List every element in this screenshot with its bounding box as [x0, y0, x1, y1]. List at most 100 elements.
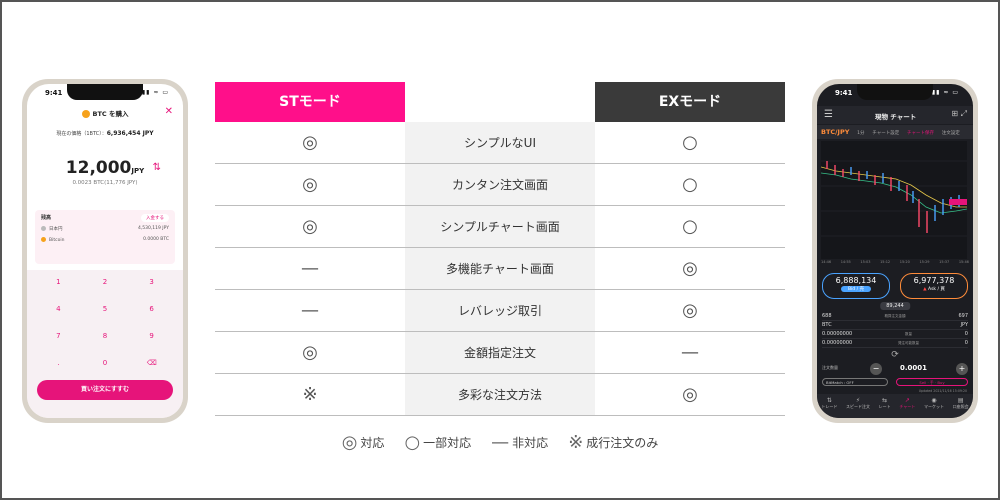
nav-item-market[interactable]: ◉ マーケット [924, 397, 944, 418]
swap-icon[interactable]: ⇅ [153, 162, 161, 173]
bitmatch-toggle[interactable]: BitMatch : OFF [822, 378, 888, 386]
circle-icon: ○ [404, 432, 421, 453]
nav-item-chart[interactable]: ↗ チャート [899, 397, 915, 418]
status-time: 9:41 [835, 89, 853, 97]
legend-item: ※ 成行注文のみ [568, 432, 658, 453]
spread-value: 89,244 [880, 302, 910, 310]
ex-header: ☰ 現物 チャート ⊞ ⤢ [817, 106, 973, 124]
feature-label: 多機能チャート画面 [405, 248, 595, 289]
legend-label: 一部対応 [423, 436, 472, 450]
buy-title: BTC を購入 [27, 108, 183, 124]
pair-bar: BTC/JPY 1分 チャート設定 チャート保存 注文設定 [817, 125, 973, 139]
info-label: 概算注文金額 [884, 314, 906, 318]
info-right: 697 [958, 313, 968, 319]
info-left: 0.00000000 [822, 331, 853, 337]
order-info: 688 概算注文金額 697 BTC JPY 0.00000000 数量 0 0… [822, 312, 968, 348]
pair-selector[interactable]: BTC/JPY [821, 128, 849, 136]
info-row: BTC JPY [822, 321, 968, 330]
deposit-button[interactable]: 入金する [141, 214, 169, 222]
exchange-icon: ⇆ [882, 397, 888, 404]
st-support-mark: ※ [302, 383, 318, 405]
ask-label: Ask / 買 [928, 287, 945, 292]
ex-support-mark: ◎ [682, 257, 698, 279]
plus-icon[interactable]: + [956, 363, 968, 375]
updated-timestamp: Updated 2021/11/16 15:09:20 [918, 389, 967, 393]
refresh-icon[interactable]: ⟳ [817, 350, 973, 360]
key-7[interactable]: 7 [35, 330, 82, 343]
st-support-mark: — [301, 299, 319, 321]
legend-label: 対応 [360, 436, 385, 450]
candlestick-chart[interactable] [821, 141, 967, 259]
proceed-buy-button[interactable]: 買い注文にすすむ [37, 380, 173, 400]
time-tick: 15:46 [958, 260, 969, 264]
key-4[interactable]: 4 [35, 303, 82, 316]
btc-label: Bitcoin [49, 238, 65, 243]
nav-item-trade[interactable]: ⇅ トレード [821, 397, 837, 418]
account-icon: ▤ [957, 397, 964, 404]
info-right: 0 [964, 331, 968, 337]
ask-value: 6,977,378 [913, 276, 955, 285]
tab-chart-save[interactable]: チャート保存 [907, 131, 934, 136]
key-3[interactable]: 3 [128, 276, 175, 289]
key-5[interactable]: 5 [82, 303, 129, 316]
key-dot[interactable]: . [35, 357, 82, 370]
reference-mark-icon: ※ [568, 432, 584, 453]
key-2[interactable]: 2 [82, 276, 129, 289]
table-row: ◎ シンプルチャート画面 ○ [215, 206, 785, 248]
rate-label: 現在の価格（1BTC）： [56, 131, 107, 137]
feature-label: カンタン注文画面 [405, 164, 595, 205]
st-support-mark: ◎ [302, 215, 318, 237]
header-feature [405, 82, 595, 122]
backspace-icon[interactable]: ⌫ [128, 357, 175, 370]
jpy-label: 日本円 [49, 227, 63, 232]
bid-ask-panel: 6,888,134 Bid / 売 6,977,378 ▲ Ask / 買 [822, 273, 968, 299]
balance-card: 残高 入金する 日本円 4,530,119 JPY Bitcoin 0.0000… [35, 210, 175, 264]
phone-st-mode: 9:41 ▮▮ ≈ ▭ BTC を購入 ✕ 現在の価格（1BTC）：6,936,… [22, 79, 188, 423]
key-9[interactable]: 9 [128, 330, 175, 343]
layout-icon[interactable]: ⊞ ⤢ [951, 109, 967, 119]
market-icon: ◉ [931, 397, 937, 404]
ex-support-mark: ○ [682, 173, 698, 195]
st-support-mark: ◎ [302, 341, 318, 363]
st-support-mark: ◎ [302, 173, 318, 195]
tab-order-settings[interactable]: 注文設定 [942, 131, 960, 136]
balance-row-btc: Bitcoin 0.0000 BTC [41, 237, 169, 243]
key-1[interactable]: 1 [35, 276, 82, 289]
phone-ex-mode: 9:41 ▮▮ ≈ ▭ ☰ 現物 チャート ⊞ ⤢ BTC/JPY 1分 チャー… [812, 79, 978, 423]
nav-label: レート [878, 404, 891, 409]
legend-item: — 非対応 [491, 432, 548, 453]
info-label: 発注可能数量 [898, 341, 920, 345]
key-0[interactable]: 0 [82, 357, 129, 370]
st-support-mark: ◎ [302, 131, 318, 153]
nav-item-rate[interactable]: ⇆ レート [879, 397, 891, 418]
feature-label: シンプルチャート画面 [405, 206, 595, 247]
tab-chart-settings[interactable]: チャート設定 [872, 131, 899, 136]
phone-notch [67, 84, 143, 100]
phone-ex-screen: 9:41 ▮▮ ≈ ▭ ☰ 現物 チャート ⊞ ⤢ BTC/JPY 1分 チャー… [817, 84, 973, 418]
ask-button[interactable]: 6,977,378 ▲ Ask / 買 [900, 273, 968, 299]
time-tick: 15:20 [899, 260, 910, 264]
ex-support-mark: — [681, 341, 699, 363]
btc-value: 0.0000 BTC [143, 237, 169, 242]
bid-button[interactable]: 6,888,134 Bid / 売 [822, 273, 890, 299]
amount-conversion: 0.0023 BTC(11,776 JPY) [72, 180, 138, 186]
info-left: 0.00000000 [822, 340, 853, 346]
bid-value: 6,888,134 [835, 276, 877, 285]
status-icons: ▮▮ ≈ ▭ [931, 89, 959, 96]
nav-label: スピード注文 [846, 404, 870, 409]
table-row: — レバレッジ取引 ◎ [215, 290, 785, 332]
qty-value[interactable]: 0.0001 [900, 364, 927, 372]
ex-support-mark: ○ [682, 215, 698, 237]
tab-interval[interactable]: 1分 [857, 131, 864, 136]
key-6[interactable]: 6 [128, 303, 175, 316]
key-8[interactable]: 8 [82, 330, 129, 343]
hamburger-menu-icon[interactable]: ☰ [824, 109, 833, 120]
feature-label: シンプルなUI [405, 122, 595, 163]
minus-icon[interactable]: − [870, 363, 882, 375]
info-left: BTC [822, 322, 832, 328]
close-icon[interactable]: ✕ [165, 106, 173, 117]
market-order-button[interactable]: Sell · 手 · Buy [896, 378, 968, 386]
info-right: JPY [960, 322, 968, 328]
nav-item-account[interactable]: ▤ 口座照会 [953, 397, 969, 418]
nav-item-speed-order[interactable]: ⚡ スピード注文 [846, 397, 870, 418]
